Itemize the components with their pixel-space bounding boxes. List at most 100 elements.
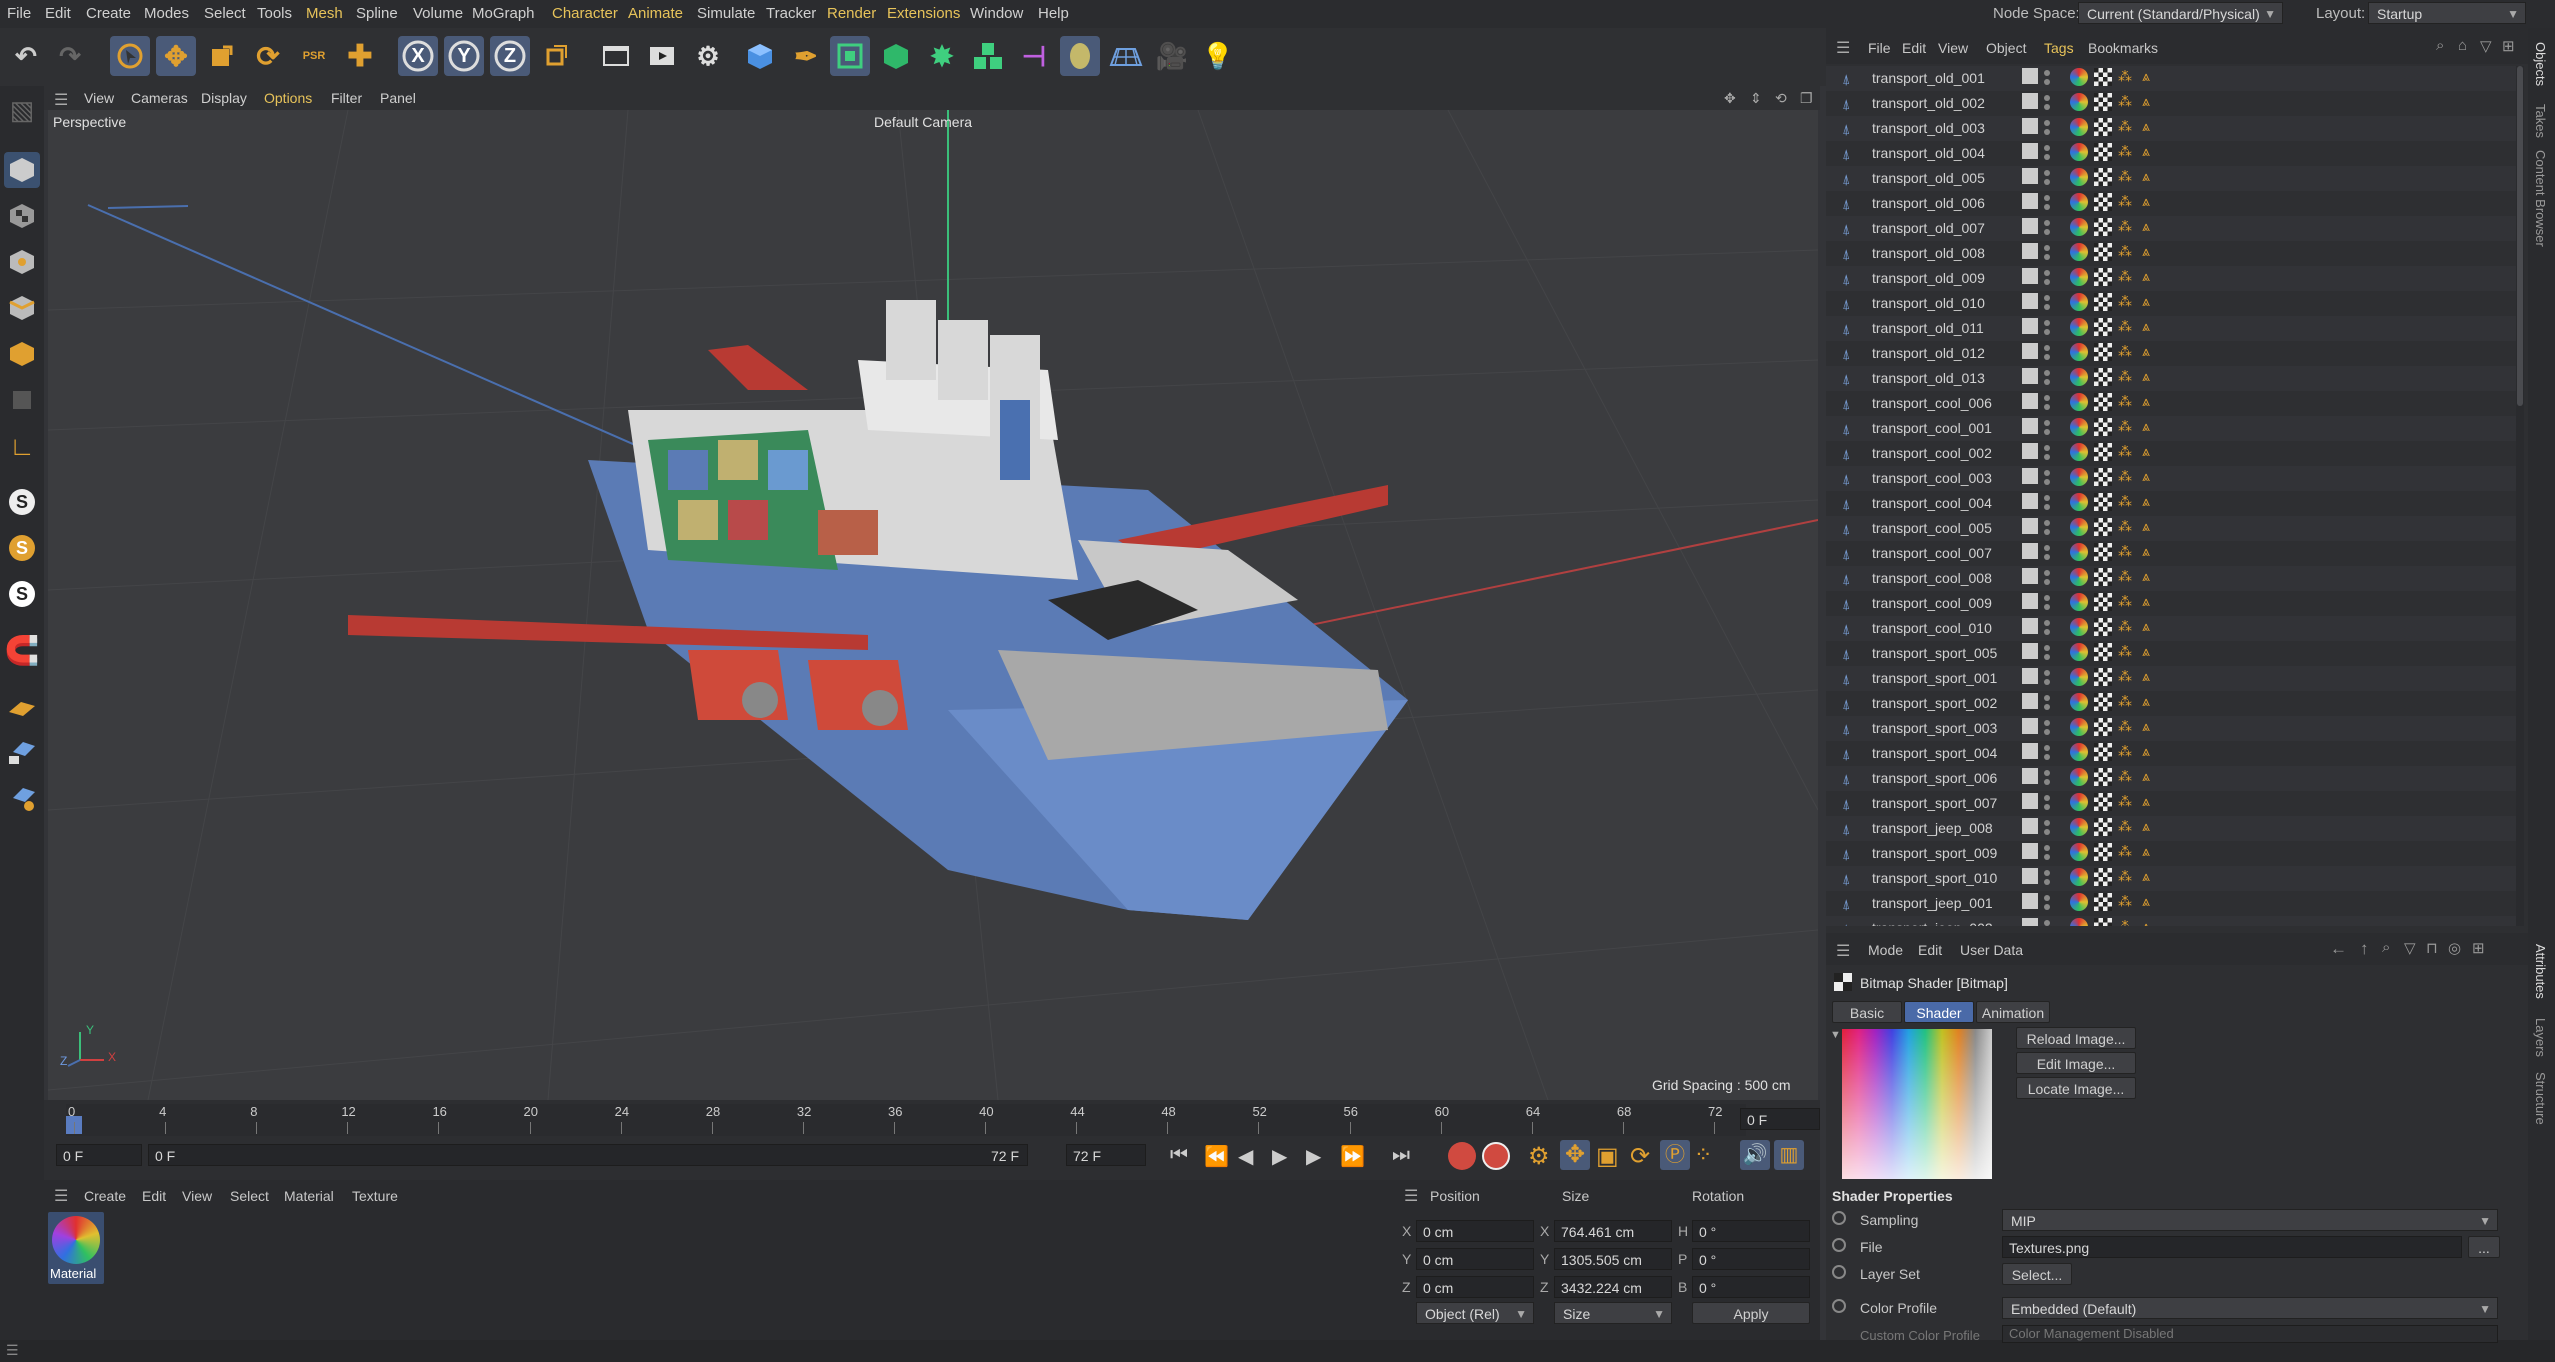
- viewport-menu-options[interactable]: Options: [264, 90, 312, 106]
- selection-tag-icon[interactable]: ⩓: [2142, 718, 2150, 735]
- menu-edit[interactable]: Edit: [45, 5, 71, 22]
- visibility-dot-icon[interactable]: [2044, 220, 2050, 226]
- object-row[interactable]: ⍋ transport_sport_005 ⁂ ⩓: [1826, 641, 2516, 666]
- selection-tag-icon[interactable]: ⩓: [2142, 93, 2150, 110]
- side-tab-structure[interactable]: Structure: [2533, 1072, 2548, 1125]
- render-dot-icon[interactable]: [2044, 129, 2050, 135]
- phong-tag-icon[interactable]: ⁂: [2118, 593, 2132, 610]
- object-row[interactable]: ⍋ transport_cool_005 ⁂ ⩓: [1826, 516, 2516, 541]
- render-dot-icon[interactable]: [2044, 804, 2050, 810]
- menu-help[interactable]: Help: [1038, 5, 1069, 22]
- x-axis-lock-button[interactable]: X: [398, 36, 438, 76]
- render-dot-icon[interactable]: [2044, 854, 2050, 860]
- snap-icon[interactable]: S: [4, 484, 40, 520]
- material-tag-icon[interactable]: [2070, 68, 2088, 86]
- menu-render[interactable]: Render: [827, 5, 876, 22]
- editor-visibility-icon[interactable]: [2022, 443, 2038, 459]
- deformer-icon[interactable]: ⊣: [1014, 36, 1054, 76]
- visibility-dot-icon[interactable]: [2044, 370, 2050, 376]
- menu-create[interactable]: Create: [86, 5, 131, 22]
- visibility-dot-icon[interactable]: [2044, 395, 2050, 401]
- pen-spline-icon[interactable]: ✒: [786, 36, 826, 76]
- coord-rotation-field[interactable]: 0 °: [1692, 1248, 1810, 1270]
- editor-visibility-icon[interactable]: [2022, 693, 2038, 709]
- visibility-dot-icon[interactable]: [2044, 195, 2050, 201]
- home-icon[interactable]: ⌂: [2458, 37, 2467, 54]
- viewport-camera-name[interactable]: Default Camera: [874, 114, 972, 130]
- uvw-tag-icon[interactable]: [2094, 793, 2112, 811]
- material-tag-icon[interactable]: [2070, 318, 2088, 336]
- visibility-dot-icon[interactable]: [2044, 895, 2050, 901]
- editor-visibility-icon[interactable]: [2022, 193, 2038, 209]
- render-dot-icon[interactable]: [2044, 604, 2050, 610]
- side-tab-layers[interactable]: Layers: [2533, 1018, 2548, 1057]
- key-rotation-icon[interactable]: ⟳: [1630, 1142, 1650, 1171]
- render-dot-icon[interactable]: [2044, 204, 2050, 210]
- editor-visibility-icon[interactable]: [2022, 618, 2038, 634]
- render-dot-icon[interactable]: [2044, 554, 2050, 560]
- visibility-dot-icon[interactable]: [2044, 645, 2050, 651]
- render-dot-icon[interactable]: [2044, 454, 2050, 460]
- node-space-dropdown[interactable]: Current (Standard/Physical) ▼: [2078, 2, 2283, 24]
- file-path-field[interactable]: Textures.png: [2002, 1236, 2462, 1258]
- locate-image-button[interactable]: Locate Image...: [2016, 1077, 2136, 1099]
- back-arrow-icon[interactable]: ←: [2330, 939, 2347, 959]
- phong-tag-icon[interactable]: ⁂: [2118, 918, 2132, 926]
- hamburger-icon[interactable]: ☰: [6, 1342, 19, 1359]
- editor-visibility-icon[interactable]: [2022, 768, 2038, 784]
- colorprofile-dropdown[interactable]: Embedded (Default) ▼: [2002, 1297, 2498, 1319]
- object-row[interactable]: ⍋ transport_old_004 ⁂ ⩓: [1826, 141, 2516, 166]
- editor-visibility-icon[interactable]: [2022, 868, 2038, 884]
- material-tag-icon[interactable]: [2070, 293, 2088, 311]
- editor-visibility-icon[interactable]: [2022, 543, 2038, 559]
- visibility-dot-icon[interactable]: [2044, 820, 2050, 826]
- editor-visibility-icon[interactable]: [2022, 93, 2038, 109]
- next-key-icon[interactable]: ⏩: [1340, 1144, 1365, 1169]
- phong-tag-icon[interactable]: ⁂: [2118, 93, 2132, 110]
- make-editable-icon[interactable]: ▧: [4, 92, 40, 128]
- object-row[interactable]: ⍋ transport_cool_004 ⁂ ⩓: [1826, 491, 2516, 516]
- object-row[interactable]: ⍋ transport_cool_001 ⁂ ⩓: [1826, 416, 2516, 441]
- render-dot-icon[interactable]: [2044, 354, 2050, 360]
- render-dot-icon[interactable]: [2044, 829, 2050, 835]
- phong-tag-icon[interactable]: ⁂: [2118, 343, 2132, 360]
- camera-icon[interactable]: 🎥: [1152, 36, 1192, 76]
- material-tag-icon[interactable]: [2070, 568, 2088, 586]
- rotate-view-icon[interactable]: ⟲: [1775, 90, 1787, 107]
- menu-mograph[interactable]: MoGraph: [472, 5, 535, 22]
- material-tag-icon[interactable]: [2070, 593, 2088, 611]
- key-position-icon[interactable]: ✥: [1560, 1140, 1590, 1170]
- render-dot-icon[interactable]: [2044, 879, 2050, 885]
- menu-select[interactable]: Select: [204, 5, 246, 22]
- render-dot-icon[interactable]: [2044, 304, 2050, 310]
- rotate-tool-icon[interactable]: ⟳: [248, 36, 288, 76]
- object-row[interactable]: ⍋ transport_sport_001 ⁂ ⩓: [1826, 666, 2516, 691]
- selection-tag-icon[interactable]: ⩓: [2142, 318, 2150, 335]
- phong-tag-icon[interactable]: ⁂: [2118, 668, 2132, 685]
- material-tag-icon[interactable]: [2070, 793, 2088, 811]
- phong-tag-icon[interactable]: ⁂: [2118, 693, 2132, 710]
- material-tag-icon[interactable]: [2070, 693, 2088, 711]
- visibility-dot-icon[interactable]: [2044, 845, 2050, 851]
- visibility-dot-icon[interactable]: [2044, 445, 2050, 451]
- render-dot-icon[interactable]: [2044, 229, 2050, 235]
- filter-icon[interactable]: ▽: [2404, 939, 2416, 957]
- editor-visibility-icon[interactable]: [2022, 518, 2038, 534]
- start-frame-field[interactable]: 0 F: [56, 1144, 142, 1166]
- render-dot-icon[interactable]: [2044, 754, 2050, 760]
- uvw-tag-icon[interactable]: [2094, 518, 2112, 536]
- end-frame-field[interactable]: 72 F: [1066, 1144, 1146, 1166]
- visibility-dot-icon[interactable]: [2044, 145, 2050, 151]
- visibility-dot-icon[interactable]: [2044, 495, 2050, 501]
- reload-image-button[interactable]: Reload Image...: [2016, 1027, 2136, 1049]
- coord-position-field[interactable]: 0 cm: [1416, 1248, 1534, 1270]
- editor-visibility-icon[interactable]: [2022, 293, 2038, 309]
- visibility-dot-icon[interactable]: [2044, 245, 2050, 251]
- edges-mode-icon[interactable]: [4, 290, 40, 326]
- editor-visibility-icon[interactable]: [2022, 468, 2038, 484]
- dolly-view-icon[interactable]: ⇕: [1750, 90, 1762, 107]
- selection-tag-icon[interactable]: ⩓: [2142, 468, 2150, 485]
- selection-tag-icon[interactable]: ⩓: [2142, 868, 2150, 885]
- render-region-icon[interactable]: [596, 36, 636, 76]
- editor-visibility-icon[interactable]: [2022, 718, 2038, 734]
